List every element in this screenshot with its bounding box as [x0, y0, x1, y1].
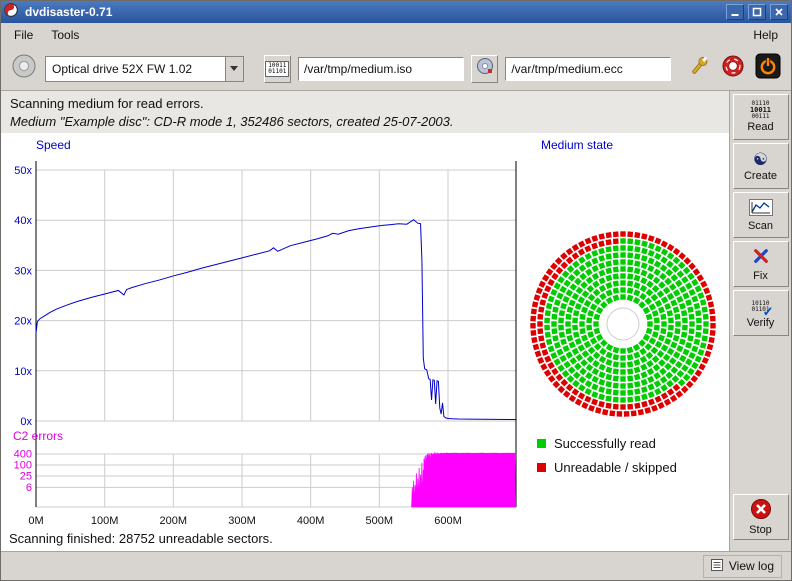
verify-button[interactable]: 10110 01101 ✓ Verify [733, 290, 789, 336]
fix-button[interactable]: Fix [733, 241, 789, 287]
legend-label-unreadable: Unreadable / skipped [554, 460, 677, 475]
svg-text:0M: 0M [28, 515, 43, 527]
wrench-icon [687, 54, 711, 83]
stop-button[interactable]: Stop [733, 494, 789, 540]
help-button[interactable] [720, 55, 747, 83]
ecc-file-button[interactable] [471, 55, 498, 83]
drive-select[interactable]: Optical drive 52X FW 1.02 [45, 56, 244, 82]
action-sidebar: 01110 10011 00111 Read ☯ Create Scan [729, 91, 791, 551]
svg-text:0x: 0x [20, 416, 32, 428]
lifebelt-icon [721, 54, 745, 83]
view-log-label: View log [729, 559, 774, 573]
quit-button[interactable] [754, 55, 782, 83]
tools-icon [750, 246, 772, 269]
menu-help[interactable]: Help [744, 24, 787, 46]
menu-tools[interactable]: Tools [42, 24, 88, 46]
verify-icon: 10110 01101 ✓ [749, 298, 773, 316]
create-label: Create [744, 170, 777, 182]
iso-path-input[interactable] [298, 57, 464, 81]
scan-button[interactable]: Scan [733, 192, 789, 238]
titlebar[interactable]: dvdisaster-0.71 [1, 1, 791, 23]
binary-read-icon: 01110 10011 00111 [750, 101, 771, 120]
menu-file[interactable]: File [5, 24, 42, 46]
content-panel: Scanning medium for read errors. Medium … [1, 91, 729, 551]
speed-chart-title: Speed [36, 138, 71, 152]
binary-icon: 10011 01101 [265, 61, 289, 77]
legend-item-read: Successfully read [537, 436, 677, 451]
svg-text:25: 25 [20, 471, 32, 483]
close-button[interactable] [770, 4, 788, 20]
c2-chart-title: C2 errors [13, 429, 63, 443]
status-line1: Scanning medium for read errors. [10, 95, 720, 113]
svg-text:10x: 10x [14, 366, 32, 378]
yinyang-icon: ☯ [753, 151, 768, 169]
scan-label: Scan [748, 220, 773, 232]
window-title: dvdisaster-0.71 [22, 5, 722, 19]
log-icon [711, 559, 723, 574]
menubar: File Tools Help [1, 23, 791, 47]
power-icon [755, 53, 781, 84]
main-area: Scanning medium for read errors. Medium … [1, 91, 791, 551]
create-button[interactable]: ☯ Create [733, 143, 789, 189]
svg-text:500M: 500M [366, 515, 394, 527]
svg-text:40x: 40x [14, 215, 32, 227]
chart-canvas: 50x40x30x20x10x0x4001002560M100M200M300M… [1, 133, 729, 551]
preferences-button[interactable] [685, 55, 712, 83]
svg-text:400M: 400M [297, 515, 325, 527]
fix-label: Fix [753, 270, 768, 282]
legend-item-unreadable: Unreadable / skipped [537, 460, 677, 475]
svg-text:300M: 300M [228, 515, 256, 527]
scan-result-text: Scanning finished: 28752 unreadable sect… [9, 531, 273, 546]
read-label: Read [747, 121, 773, 133]
status-line2: Medium "Example disc": CD-R mode 1, 3524… [10, 113, 720, 131]
svg-text:50x: 50x [14, 165, 32, 177]
drive-select-value: Optical drive 52X FW 1.02 [46, 57, 225, 81]
status-strip: Scanning medium for read errors. Medium … [1, 91, 729, 133]
app-window: dvdisaster-0.71 File Tools Help Optical … [0, 0, 792, 581]
legend-label-read: Successfully read [554, 436, 656, 451]
ecc-path-input[interactable] [505, 57, 671, 81]
svg-text:200M: 200M [160, 515, 188, 527]
maximize-button[interactable] [748, 4, 766, 20]
svg-text:20x: 20x [14, 316, 32, 328]
medium-state-legend: Successfully read Unreadable / skipped [537, 436, 677, 475]
green-swatch [537, 439, 546, 448]
read-button[interactable]: 01110 10011 00111 Read [733, 94, 789, 140]
red-swatch [537, 463, 546, 472]
ecc-disc-icon [476, 57, 494, 80]
toolbar: Optical drive 52X FW 1.02 10011 01101 [1, 47, 791, 91]
minimize-button[interactable] [726, 4, 744, 20]
iso-file-button[interactable]: 10011 01101 [264, 55, 291, 83]
svg-text:30x: 30x [14, 265, 32, 277]
medium-state-title: Medium state [541, 138, 613, 152]
medium-state-disc [528, 229, 718, 419]
scan-chart-icon [749, 199, 773, 219]
svg-text:600M: 600M [434, 515, 462, 527]
stop-label: Stop [749, 524, 772, 536]
bottom-bar: View log [1, 551, 791, 580]
svg-text:6: 6 [26, 482, 32, 494]
stop-icon [750, 498, 772, 523]
chevron-down-icon[interactable] [225, 57, 243, 81]
svg-text:100M: 100M [91, 515, 119, 527]
view-log-button[interactable]: View log [703, 555, 782, 578]
app-icon [4, 3, 18, 22]
drive-icon [10, 52, 38, 85]
